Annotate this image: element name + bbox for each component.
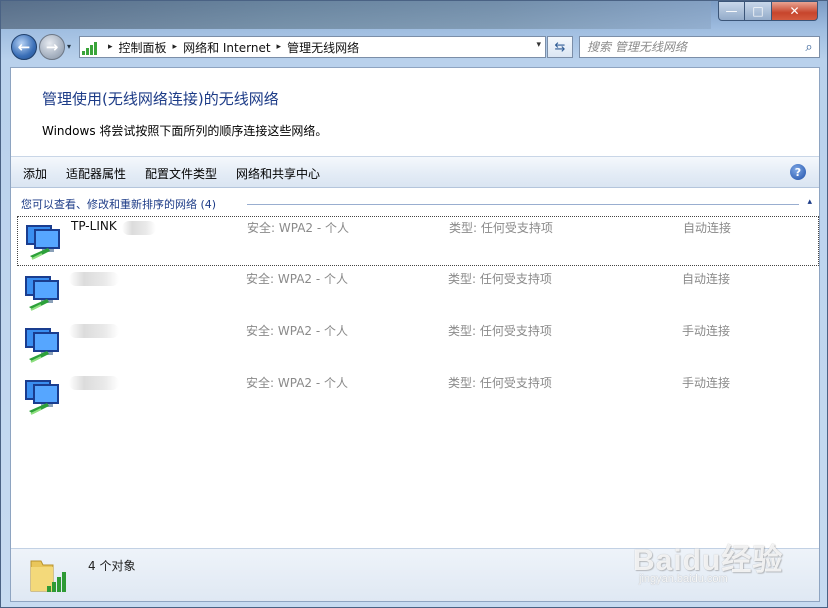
network-security: 安全: WPA2 - 个人 (246, 376, 348, 390)
adapter-properties-button[interactable]: 适配器属性 (66, 165, 126, 182)
redacted-blur (69, 272, 119, 286)
breadcrumb-manage-wireless[interactable]: 管理无线网络 (287, 39, 359, 56)
breadcrumb-network-internet[interactable]: 网络和 Internet (183, 39, 270, 56)
wireless-signal-icon (82, 39, 102, 55)
breadcrumb-control-panel[interactable]: 控制面板 (119, 39, 167, 56)
group-header[interactable]: 您可以查看、修改和重新排序的网络 (4) (21, 196, 216, 212)
collapse-group-icon[interactable]: ▴ (807, 197, 812, 207)
address-bar[interactable]: ▸ 控制面板 ▸ 网络和 Internet ▸ 管理无线网络 ▾ (79, 36, 546, 58)
search-box[interactable]: ⌕ (579, 36, 820, 58)
crumb-separator[interactable]: ▸ (108, 42, 113, 52)
network-row[interactable]: 安全: WPA2 - 个人 类型: 任何受支持项 手动连接 (17, 320, 819, 370)
page-subtitle: Windows 将尝试按照下面所列的顺序连接这些网络。 (42, 124, 328, 138)
network-row[interactable]: 安全: WPA2 - 个人 类型: 任何受支持项 自动连接 (17, 268, 819, 318)
back-button[interactable]: ← (11, 34, 37, 60)
explorer-window: — □ ✕ ← → ▾ ▸ 控制面板 ▸ 网络和 Internet ▸ 管理无线… (0, 0, 828, 608)
add-button[interactable]: 添加 (23, 165, 47, 182)
network-row[interactable]: 安全: WPA2 - 个人 类型: 任何受支持项 手动连接 (17, 372, 819, 422)
network-type: 类型: 任何受支持项 (448, 324, 552, 338)
search-icon[interactable]: ⌕ (799, 40, 819, 55)
maximize-button[interactable]: □ (744, 1, 772, 21)
network-type: 类型: 任何受支持项 (449, 221, 553, 235)
forward-button[interactable]: → (39, 34, 65, 60)
page-title: 管理使用(无线网络连接)的无线网络 (42, 90, 279, 108)
profile-types-button[interactable]: 配置文件类型 (145, 165, 217, 182)
network-type: 类型: 任何受支持项 (448, 272, 552, 286)
minimize-button[interactable]: — (718, 1, 745, 21)
crumb-separator[interactable]: ▸ (173, 42, 178, 52)
redacted-blur (122, 221, 156, 235)
wireless-network-icon (25, 380, 59, 415)
content-pane: 管理使用(无线网络连接)的无线网络 Windows 将尝试按照下面所列的顺序连接… (10, 67, 820, 602)
network-name: TP-LINK (71, 219, 117, 233)
title-bar[interactable] (1, 1, 711, 29)
network-connection-mode: 手动连接 (682, 324, 731, 338)
network-security: 安全: WPA2 - 个人 (246, 272, 348, 286)
network-security: 安全: WPA2 - 个人 (246, 324, 348, 338)
network-connection-mode: 自动连接 (683, 221, 732, 235)
command-bar: 添加 适配器属性 配置文件类型 网络和共享中心 ? (11, 156, 819, 188)
group-divider (247, 204, 799, 205)
network-security: 安全: WPA2 - 个人 (247, 221, 349, 235)
network-sharing-center-button[interactable]: 网络和共享中心 (236, 165, 320, 182)
crumb-separator[interactable]: ▸ (277, 42, 282, 52)
details-pane: 4 个对象 (11, 548, 819, 601)
wireless-network-icon (25, 276, 59, 311)
refresh-button[interactable]: ⇆ (547, 36, 573, 58)
redacted-blur (69, 324, 119, 338)
recent-pages-dropdown[interactable]: ▾ (67, 42, 71, 51)
item-count: 4 个对象 (88, 559, 136, 573)
wireless-folder-icon (30, 560, 66, 592)
search-input[interactable] (580, 39, 799, 55)
help-icon[interactable]: ? (790, 164, 806, 180)
close-button[interactable]: ✕ (771, 1, 818, 21)
wireless-network-icon (26, 225, 60, 260)
network-connection-mode: 自动连接 (682, 272, 731, 286)
network-row[interactable]: TP-LINK 安全: WPA2 - 个人 类型: 任何受支持项 自动连接 (17, 216, 819, 266)
redacted-blur (69, 376, 119, 390)
address-dropdown-icon[interactable]: ▾ (536, 40, 541, 50)
network-type: 类型: 任何受支持项 (448, 376, 552, 390)
wireless-network-icon (25, 328, 59, 363)
network-connection-mode: 手动连接 (682, 376, 731, 390)
